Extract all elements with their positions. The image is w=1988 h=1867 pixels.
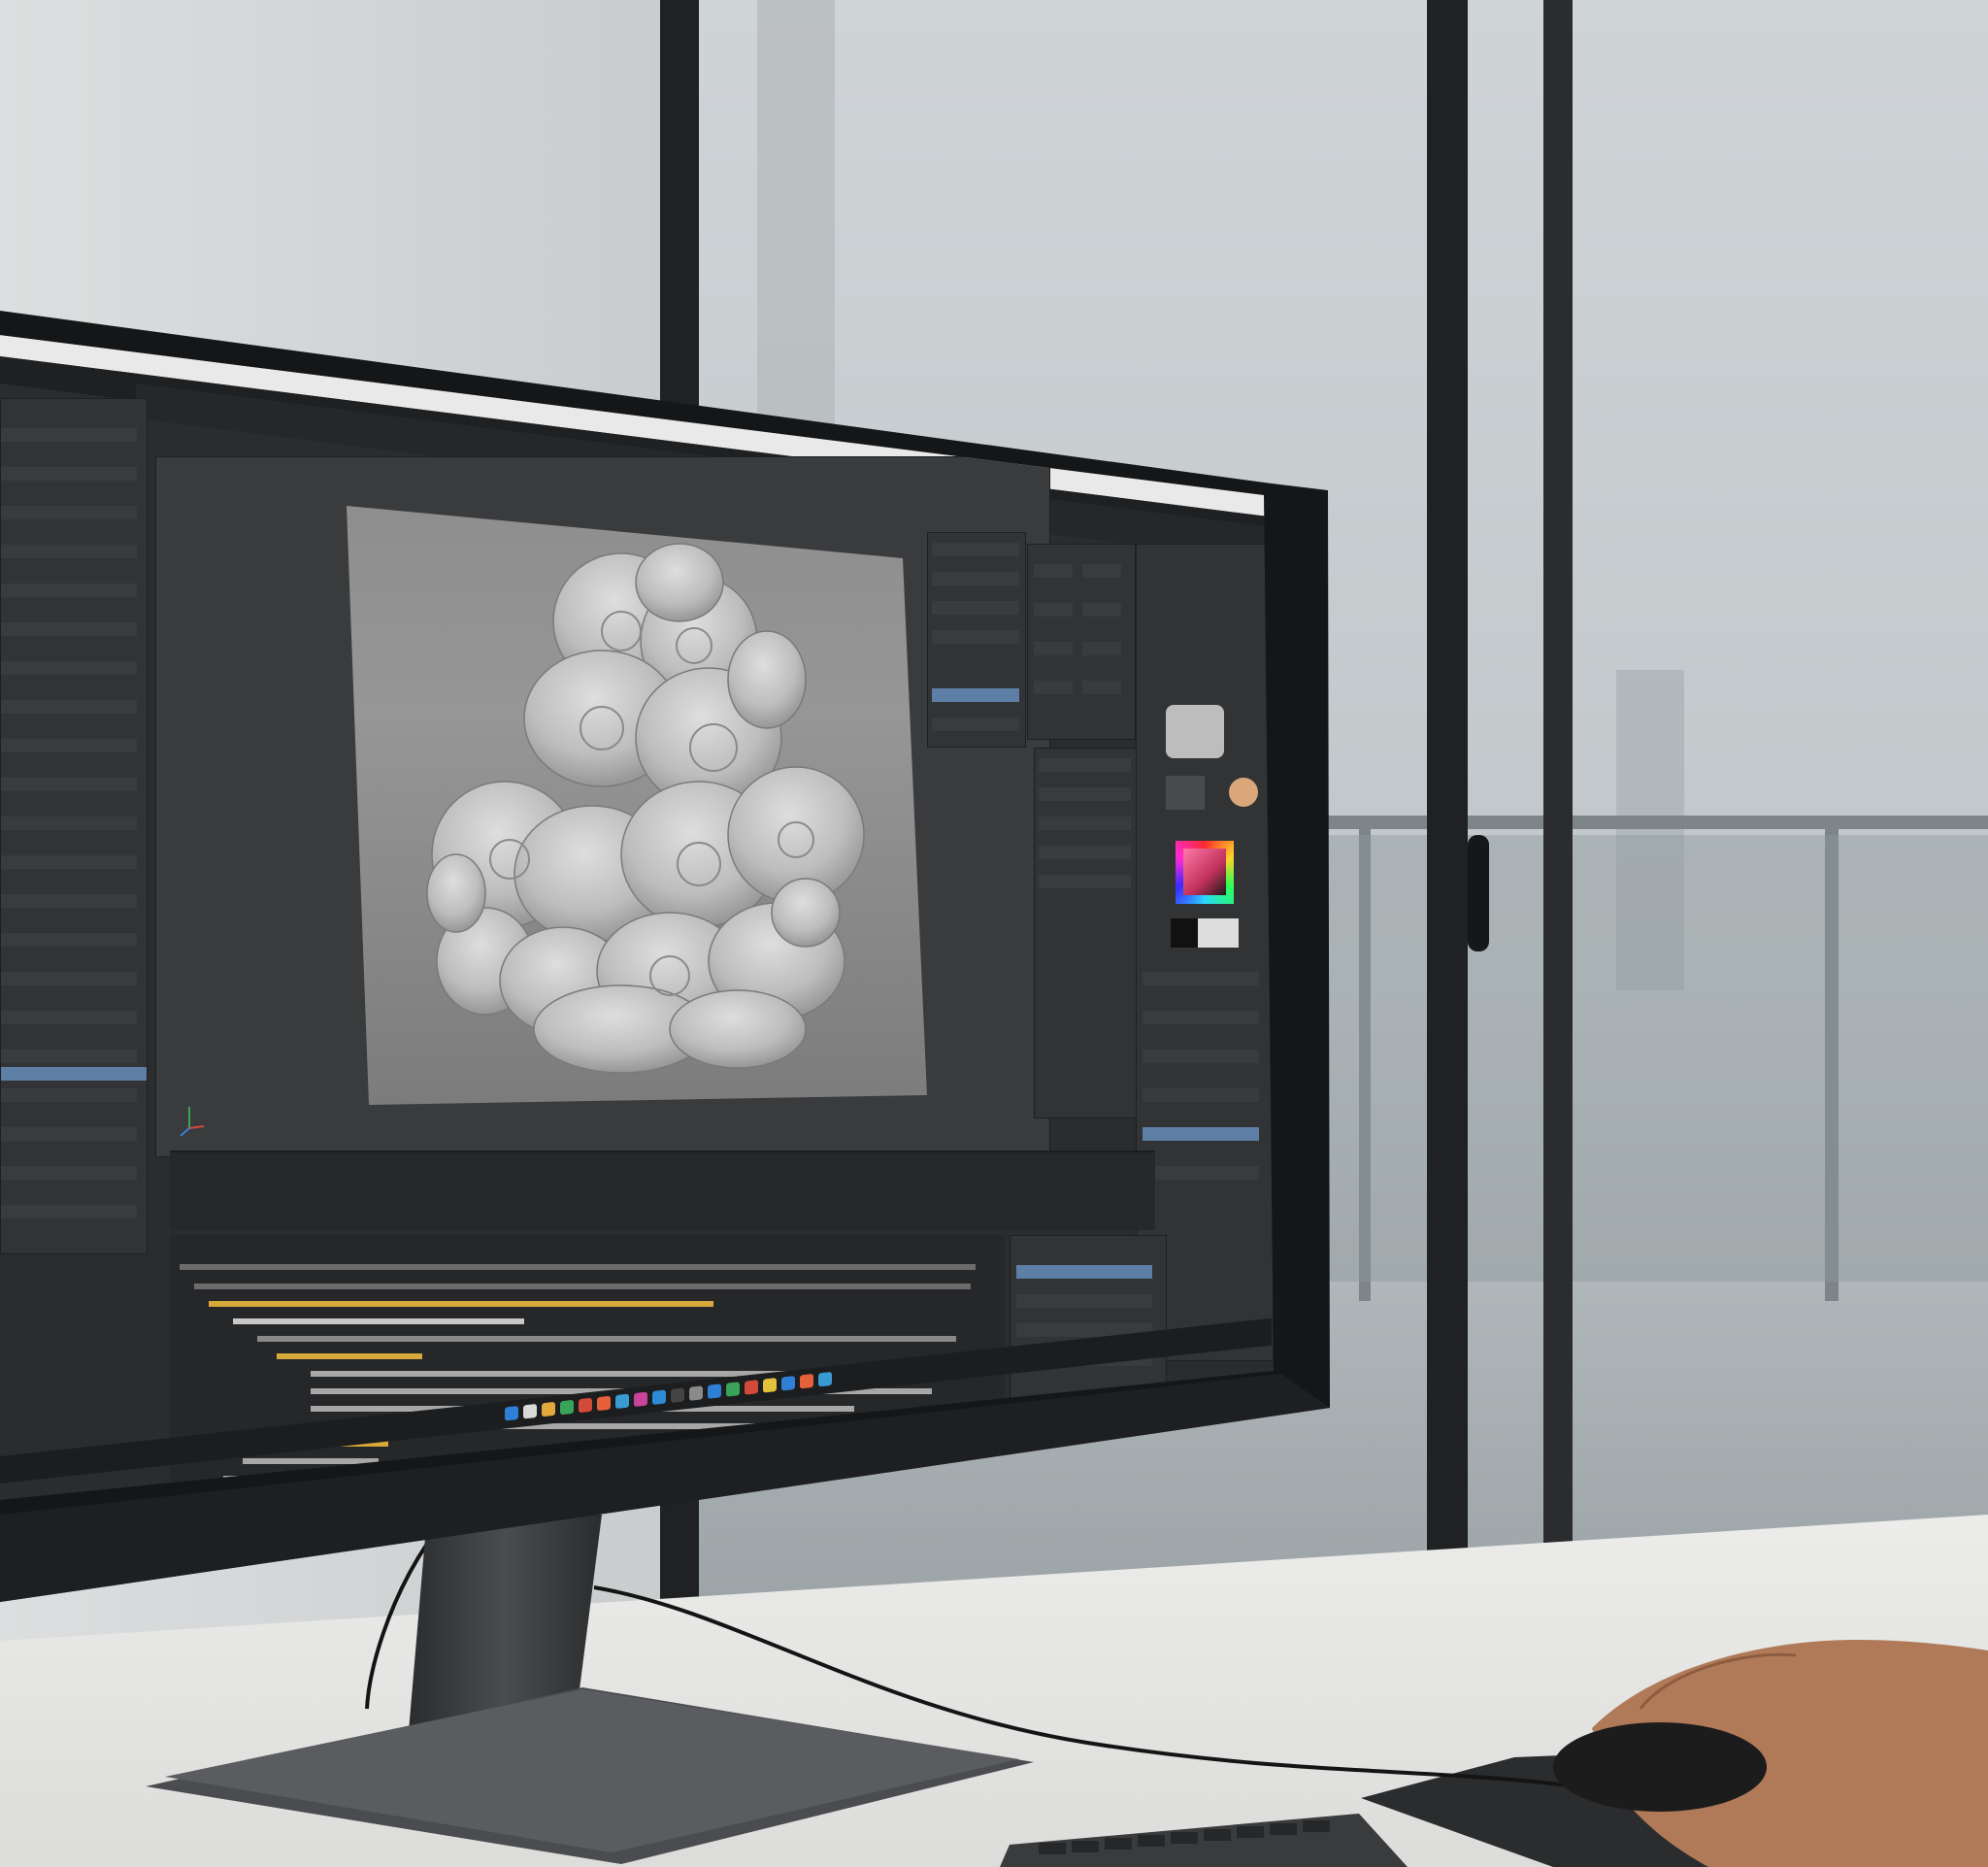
monitor-screen bbox=[0, 0, 1988, 1867]
store-icon[interactable] bbox=[652, 1389, 666, 1405]
music-icon[interactable] bbox=[597, 1395, 611, 1412]
settings-icon[interactable] bbox=[689, 1385, 703, 1401]
start-icon[interactable] bbox=[505, 1405, 518, 1421]
browser-icon[interactable] bbox=[560, 1399, 574, 1416]
cloud-icon[interactable] bbox=[818, 1371, 832, 1387]
app-window bbox=[0, 335, 1274, 1500]
video-icon[interactable] bbox=[745, 1380, 758, 1395]
search-icon[interactable] bbox=[523, 1403, 537, 1419]
files-icon[interactable] bbox=[542, 1401, 555, 1417]
photos-icon[interactable] bbox=[634, 1391, 647, 1408]
script-editor-lines bbox=[180, 1264, 976, 1482]
terminal-icon[interactable] bbox=[671, 1387, 684, 1403]
design-icon[interactable] bbox=[800, 1373, 813, 1389]
properties-panel[interactable] bbox=[1010, 1235, 1167, 1402]
calendar-icon[interactable] bbox=[781, 1376, 795, 1391]
notes-icon[interactable] bbox=[763, 1378, 777, 1393]
code-icon[interactable] bbox=[708, 1384, 721, 1399]
maps-icon[interactable] bbox=[726, 1382, 740, 1397]
chat-icon[interactable] bbox=[615, 1393, 629, 1410]
mail-icon[interactable] bbox=[579, 1397, 592, 1414]
